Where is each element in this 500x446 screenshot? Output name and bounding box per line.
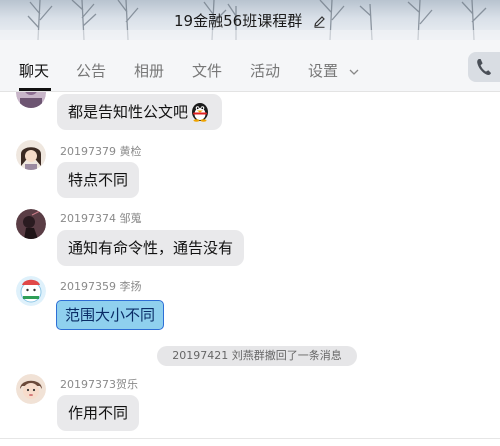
group-name-title[interactable]: 19金融56班课程群 [0, 10, 500, 32]
message-bubble[interactable]: 通知有命令性，通告没有 [57, 230, 245, 266]
message-bubble[interactable]: 特点不同 [57, 162, 140, 198]
message-text: 通知有命令性，通告没有 [68, 239, 234, 257]
avatar[interactable] [16, 276, 46, 306]
tab-files[interactable]: 文件 [192, 60, 222, 81]
message-bubble[interactable]: 作用不同 [57, 395, 140, 431]
message-text: 都是告知性公文吧 [68, 103, 189, 121]
avatar[interactable] [16, 92, 46, 108]
chat-message-list[interactable]: 都是告知性公文吧 20197379 黄检 特点不同 20197374 邹蒐 通知… [0, 92, 500, 446]
penguin-emoji-icon [189, 99, 211, 135]
sender-name: 20197373贺乐 [60, 378, 138, 391]
tab-chat[interactable]: 聊天 [19, 60, 49, 81]
sender-name: 20197359 李扬 [60, 280, 142, 293]
edit-pencil-icon[interactable] [313, 14, 326, 32]
tab-announcements[interactable]: 公告 [76, 60, 106, 81]
avatar[interactable] [16, 140, 46, 170]
tab-activities[interactable]: 活动 [250, 60, 280, 81]
avatar[interactable] [16, 374, 46, 404]
sender-name: 20197374 邹蒐 [60, 212, 142, 225]
tab-bar: 聊天 公告 相册 文件 活动 设置 [0, 40, 500, 92]
message-bubble-selected[interactable]: 范围大小不同 [53, 297, 168, 333]
tab-settings-label: 设置 [308, 62, 339, 80]
active-tab-indicator [19, 88, 51, 91]
avatar[interactable] [16, 209, 46, 239]
phone-icon [477, 59, 491, 75]
message-text: 范围大小不同 [56, 300, 165, 330]
group-header: 19金融56班课程群 [0, 0, 500, 40]
sender-name: 20197379 黄检 [60, 145, 142, 158]
voice-call-button[interactable] [468, 52, 500, 82]
message-text: 作用不同 [68, 404, 129, 422]
chevron-down-icon [349, 61, 359, 79]
message-recalled-notice: 20197421 刘燕群撤回了一条消息 [157, 346, 357, 366]
message-text: 特点不同 [68, 171, 129, 189]
group-name-text: 19金融56班课程群 [174, 12, 303, 30]
tab-settings[interactable]: 设置 [308, 60, 359, 81]
input-area-divider [0, 438, 500, 439]
tab-album[interactable]: 相册 [134, 60, 164, 81]
message-bubble[interactable]: 都是告知性公文吧 [57, 94, 223, 130]
